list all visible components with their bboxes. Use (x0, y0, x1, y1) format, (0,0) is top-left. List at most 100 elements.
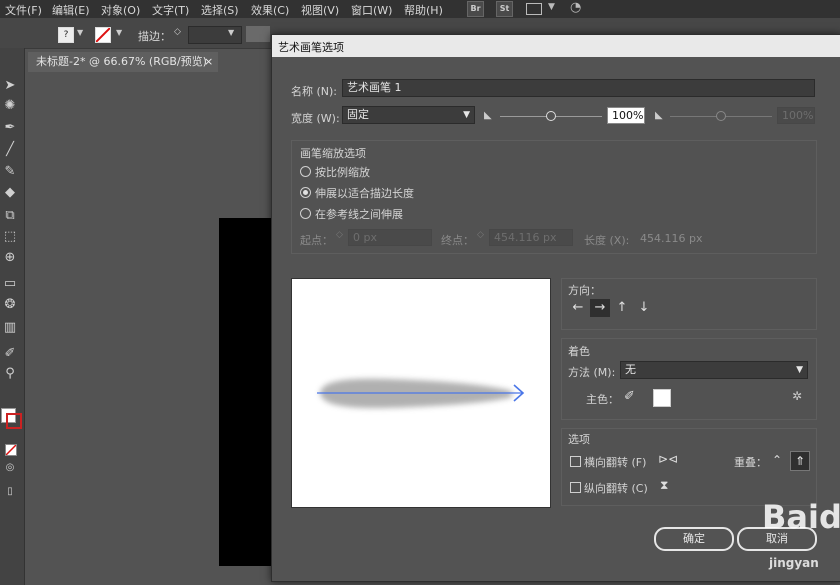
shape-builder-icon[interactable]: ⊕ (1, 250, 19, 266)
eraser-icon[interactable]: ◆ (1, 185, 19, 201)
overlap-adjust-corners-icon[interactable]: ⌃ (768, 451, 786, 469)
pen-tool-icon[interactable]: ✒ (1, 120, 19, 136)
chevron-down-icon: ▼ (463, 110, 470, 120)
method-select[interactable]: 无 ▼ (620, 361, 808, 379)
screen-mode-icon[interactable]: ▯ (1, 484, 19, 500)
stretch-between-guides-radio[interactable] (300, 208, 311, 219)
method-label: 方法 (M): (568, 366, 616, 379)
stroke-color-icon[interactable] (6, 413, 22, 429)
stretch-to-fit-radio[interactable] (300, 187, 311, 198)
dialog-titlebar[interactable]: 艺术画笔选项 (272, 35, 840, 57)
free-transform-icon[interactable]: ⬚ (1, 229, 19, 245)
direction-down-button[interactable]: ↓ (634, 299, 654, 317)
width-select[interactable]: 固定 ▼ (342, 106, 475, 124)
stretch-to-fit-label[interactable]: 伸展以适合描边长度 (315, 185, 414, 201)
chevron-down-icon[interactable]: ▼ (77, 28, 83, 37)
chevron-down-icon[interactable]: ▼ (548, 2, 555, 12)
end-label: 终点： (441, 234, 474, 247)
direction-left-button[interactable]: ← (568, 299, 588, 317)
chevron-down-icon[interactable]: ▼ (116, 28, 122, 37)
key-color-swatch[interactable] (653, 389, 671, 407)
tips-lightbulb-icon[interactable]: ✲ (792, 389, 802, 403)
width-variation-field[interactable]: 100% (777, 107, 815, 124)
stock-icon[interactable]: St (496, 1, 513, 17)
end-stepper[interactable]: ◇ (477, 230, 484, 240)
brush-stroke-preview (317, 378, 525, 409)
brush-scale-options-group: 画笔缩放选项 按比例缩放 伸展以适合描边长度 在参考线之间伸展 起点： ◇ 0 … (291, 140, 817, 254)
stroke-swatch[interactable] (95, 27, 111, 43)
magic-wand-icon[interactable]: ✺ (1, 98, 19, 114)
start-field[interactable]: 0 px (348, 229, 432, 246)
brush-preview (291, 278, 551, 508)
length-label: 长度 (X): (584, 234, 630, 247)
menu-window[interactable]: 窗口(W) (351, 2, 392, 18)
menu-file[interactable]: 文件(F) (5, 2, 42, 18)
art-brush-options-dialog: 艺术画笔选项 名称 (N): 艺术画笔 1 宽度 (W): 固定 ▼ ◣ 100… (271, 34, 840, 582)
bridge-icon[interactable]: Br (467, 1, 484, 17)
watermark-sub: jingyan (769, 556, 819, 570)
flip-along-label[interactable]: 横向翻转 (F) (584, 454, 646, 470)
width-variation-slider-knob[interactable] (716, 111, 726, 121)
name-input[interactable]: 艺术画笔 1 (342, 79, 815, 97)
width-percent-field[interactable]: 100% (607, 107, 645, 124)
eyedropper-icon[interactable]: ✐ (624, 389, 635, 404)
direction-right-button[interactable]: → (590, 299, 610, 317)
width-slider-knob[interactable] (546, 111, 556, 121)
menu-edit[interactable]: 编辑(E) (52, 2, 90, 18)
name-label: 名称 (N): (291, 85, 338, 98)
scale-proportionately-radio[interactable] (300, 166, 311, 177)
stroke-label: 描边： (138, 30, 171, 43)
gradient-tool-icon[interactable]: ▭ (1, 276, 19, 292)
workspace-icon[interactable] (526, 3, 542, 15)
menu-type[interactable]: 文字(T) (152, 2, 189, 18)
blend-tool-icon[interactable]: ❂ (1, 297, 19, 313)
menu-help[interactable]: 帮助(H) (404, 2, 443, 18)
menu-view[interactable]: 视图(V) (301, 2, 339, 18)
document-tab-title: 未标题-2* @ 66.67% (RGB/预览) (36, 55, 207, 68)
document-tab[interactable]: 未标题-2* @ 66.67% (RGB/预览) × (28, 52, 218, 72)
flip-across-label[interactable]: 纵向翻转 (C) (584, 480, 648, 496)
ok-button[interactable]: 确定 (654, 527, 734, 551)
start-stepper[interactable]: ◇ (336, 230, 343, 240)
eyedropper-icon[interactable]: ✐ (1, 346, 19, 362)
method-select-value: 无 (625, 363, 636, 376)
tools-panel: ➤ ✺ ✒ ╱ ✎ ◆ ⧉ ⬚ ⊕ ▭ ❂ ▥ ✐ ⚲ ◎ ▯ (0, 48, 25, 585)
stretch-between-guides-label[interactable]: 在参考线之间伸展 (315, 206, 403, 222)
direction-up-button[interactable]: ↑ (612, 299, 632, 317)
line-tool-icon[interactable]: ╱ (1, 142, 19, 158)
chevron-down-icon[interactable]: ▼ (228, 28, 234, 37)
fill-swatch[interactable]: ? (58, 27, 74, 43)
chevron-down-icon: ▼ (796, 365, 803, 375)
width-select-value: 固定 (347, 108, 369, 121)
options-group: 选项 横向翻转 (F) ⊳⊲ 纵向翻转 (C) ⧗ 重叠： ⌃ ⇑ (561, 428, 817, 506)
none-slash-icon (5, 444, 17, 456)
draw-mode-icon[interactable]: ◎ (1, 460, 19, 476)
width-label: 宽度 (W): (291, 112, 340, 125)
menu-object[interactable]: 对象(O) (101, 2, 140, 18)
zoom-tool-icon[interactable]: ⚲ (1, 366, 19, 382)
paintbrush-icon[interactable]: ✎ (1, 164, 19, 180)
overlap-label: 重叠： (734, 456, 767, 469)
gpu-icon[interactable]: ◔ (570, 0, 581, 15)
colorization-title: 着色 (568, 345, 590, 358)
close-icon[interactable]: × (204, 52, 213, 72)
end-field[interactable]: 454.116 px (489, 229, 573, 246)
scale-tool-icon[interactable]: ⧉ (1, 208, 19, 224)
stroke-stepper[interactable]: ◇ (174, 27, 181, 37)
start-label: 起点： (300, 234, 333, 247)
selection-tool-icon[interactable]: ➤ (1, 78, 19, 94)
brush-scale-options-title: 画笔缩放选项 (300, 147, 366, 160)
none-color-icon[interactable] (5, 444, 17, 456)
key-color-label: 主色： (586, 393, 619, 406)
flip-across-checkbox[interactable] (570, 482, 581, 493)
artboard-black-rectangle[interactable] (219, 218, 279, 566)
menu-effect[interactable]: 效果(C) (251, 2, 289, 18)
variable-width-profile[interactable] (246, 26, 270, 42)
scale-proportionately-label[interactable]: 按比例缩放 (315, 164, 370, 180)
graph-tool-icon[interactable]: ▥ (1, 320, 19, 336)
menu-select[interactable]: 选择(S) (201, 2, 239, 18)
flip-along-checkbox[interactable] (570, 456, 581, 467)
none-slash-icon (95, 27, 111, 43)
menu-bar: 文件(F) 编辑(E) 对象(O) 文字(T) 选择(S) 效果(C) 视图(V… (0, 0, 840, 18)
overlap-no-adjust-icon[interactable]: ⇑ (790, 451, 810, 471)
